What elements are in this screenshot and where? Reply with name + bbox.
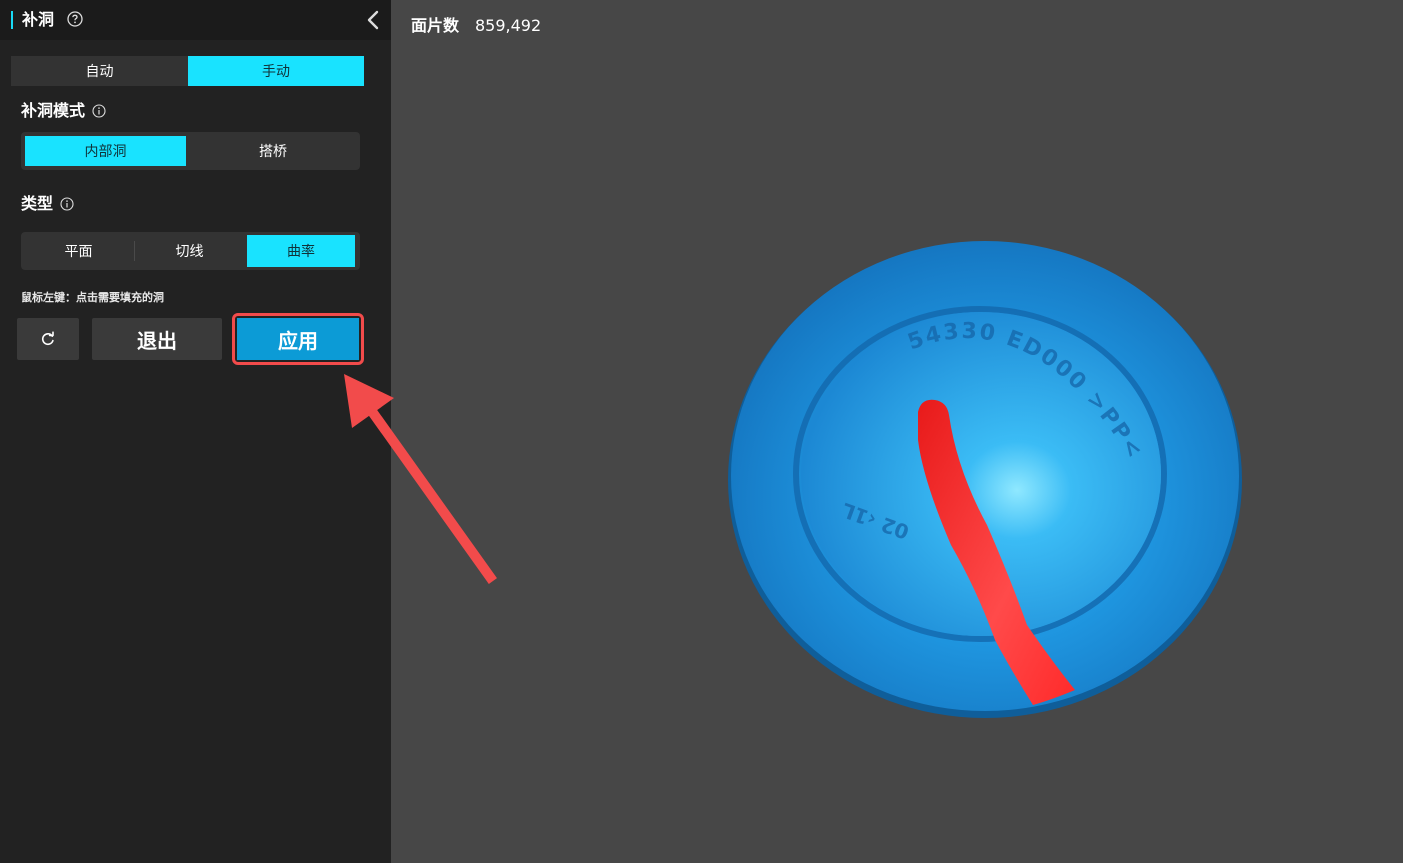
panel-header: 补洞 [0,0,391,40]
title-accent-bar [11,11,13,29]
apply-button[interactable]: 应用 [237,318,359,360]
hole-fill-panel: 补洞 自动 手动 补洞模式 内部洞 搭桥 类型 平面 切线 曲率 鼠标左键：点击… [0,0,391,863]
option-bridge[interactable]: 搭桥 [190,136,356,166]
fill-mode-label: 补洞模式 [21,101,86,120]
option-tangent[interactable]: 切线 [134,235,245,267]
reset-button[interactable] [17,318,79,360]
exit-button[interactable]: 退出 [92,318,222,360]
option-plane[interactable]: 平面 [23,235,134,267]
refresh-icon [41,331,54,345]
chevron-left-icon[interactable] [364,10,382,30]
type-label: 类型 [21,194,54,213]
panel-title: 补洞 [22,10,55,29]
fill-mode-segment: 内部洞 搭桥 [21,132,360,170]
option-internal-hole[interactable]: 内部洞 [25,136,186,166]
mouse-hint: 鼠标左键：点击需要填充的洞 [21,291,164,304]
info-icon[interactable] [60,197,74,211]
help-icon[interactable] [67,11,83,27]
info-icon[interactable] [92,104,106,118]
3d-model-viewport[interactable]: 54330 ED000 >PP< 02 ‹1L [391,0,1403,863]
mode-tabs: 自动 手动 [11,56,364,86]
option-curvature[interactable]: 曲率 [247,235,355,267]
tab-auto[interactable]: 自动 [11,56,188,86]
type-segment: 平面 切线 曲率 [21,232,360,270]
tab-manual[interactable]: 手动 [188,56,364,86]
